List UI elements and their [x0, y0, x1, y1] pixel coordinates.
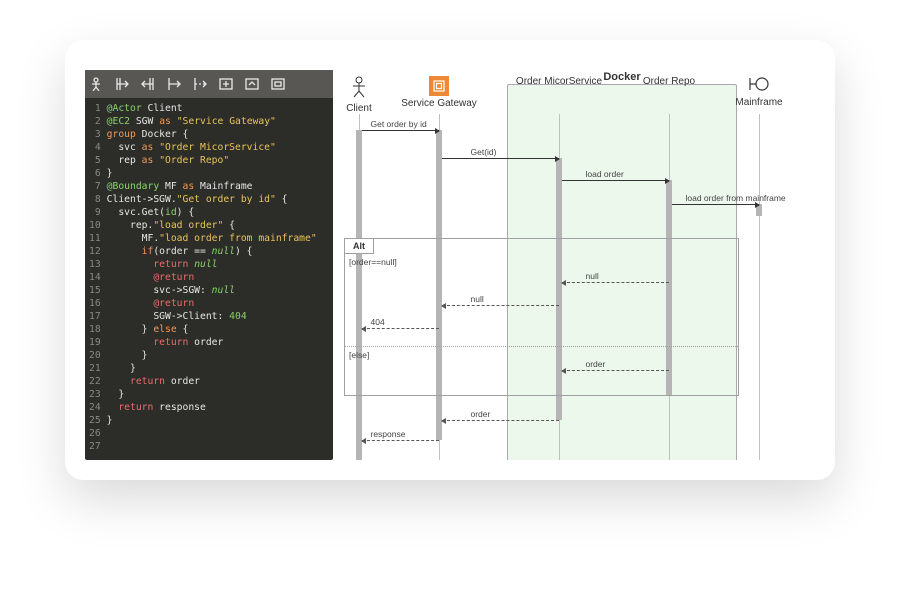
message-label: load order	[586, 169, 624, 179]
alt-separator	[345, 346, 738, 347]
alt-fragment: Alt [order==null] [else]	[344, 238, 739, 396]
message-arrow	[442, 305, 559, 306]
device-frame: 1234567891011121314151617181920212223242…	[65, 40, 835, 480]
message-label: null	[586, 271, 599, 281]
alt-label: Alt	[344, 238, 374, 254]
message-arrow	[442, 420, 559, 421]
editor-toolbar	[85, 70, 333, 98]
message-arrow	[562, 282, 669, 283]
code-area[interactable]: 1234567891011121314151617181920212223242…	[85, 98, 333, 460]
message-label: null	[471, 294, 484, 304]
frame-in-icon[interactable]	[271, 77, 285, 91]
message-arrow	[562, 180, 669, 181]
message-arrow	[562, 370, 669, 371]
frame-plus-icon[interactable]	[219, 77, 233, 91]
message-label: order	[586, 359, 606, 369]
participant-rep: Order Repo	[624, 76, 714, 87]
message-arrow	[362, 328, 439, 329]
message-arrow	[442, 158, 559, 159]
message-arrow	[362, 440, 439, 441]
participant-label: Client	[346, 103, 372, 114]
frame-up-icon[interactable]	[245, 77, 259, 91]
participant-mf: Mainframe	[714, 76, 804, 108]
alt-guard-else: [else]	[349, 350, 369, 360]
boundary-icon	[748, 76, 770, 95]
actor-icon[interactable]	[89, 77, 103, 91]
message-label: Get(id)	[471, 147, 497, 157]
participant-label: Order MicorService	[516, 76, 602, 87]
participant-label: Order Repo	[643, 76, 695, 87]
lifeline-mf	[759, 114, 760, 460]
actor-icon	[351, 76, 367, 101]
bar-right-icon[interactable]	[141, 77, 155, 91]
alt-guard-if: [order==null]	[349, 257, 397, 267]
participant-svc: Order MicorService	[514, 76, 604, 87]
sequence-diagram: DockerClientService GatewayOrder MicorSe…	[339, 70, 815, 460]
bar-left-icon[interactable]	[115, 77, 129, 91]
message-label: Get order by id	[371, 119, 427, 129]
message-label: load order from mainframe	[686, 193, 786, 203]
arrow-dash-icon[interactable]	[193, 77, 207, 91]
message-label: order	[471, 409, 491, 419]
arrow-right-icon[interactable]	[167, 77, 181, 91]
ec2-icon	[429, 76, 449, 96]
message-arrow	[362, 130, 439, 131]
message-label: 404	[371, 317, 385, 327]
line-gutter: 1234567891011121314151617181920212223242…	[87, 102, 107, 456]
message-label: response	[371, 429, 406, 439]
code-editor: 1234567891011121314151617181920212223242…	[85, 70, 333, 460]
participant-sgw: Service Gateway	[394, 76, 484, 109]
code-lines: @Actor Client@EC2 SGW as "Service Gatewa…	[107, 102, 317, 456]
message-arrow	[672, 204, 759, 205]
participant-label: Mainframe	[735, 97, 782, 108]
participant-label: Service Gateway	[401, 98, 477, 109]
